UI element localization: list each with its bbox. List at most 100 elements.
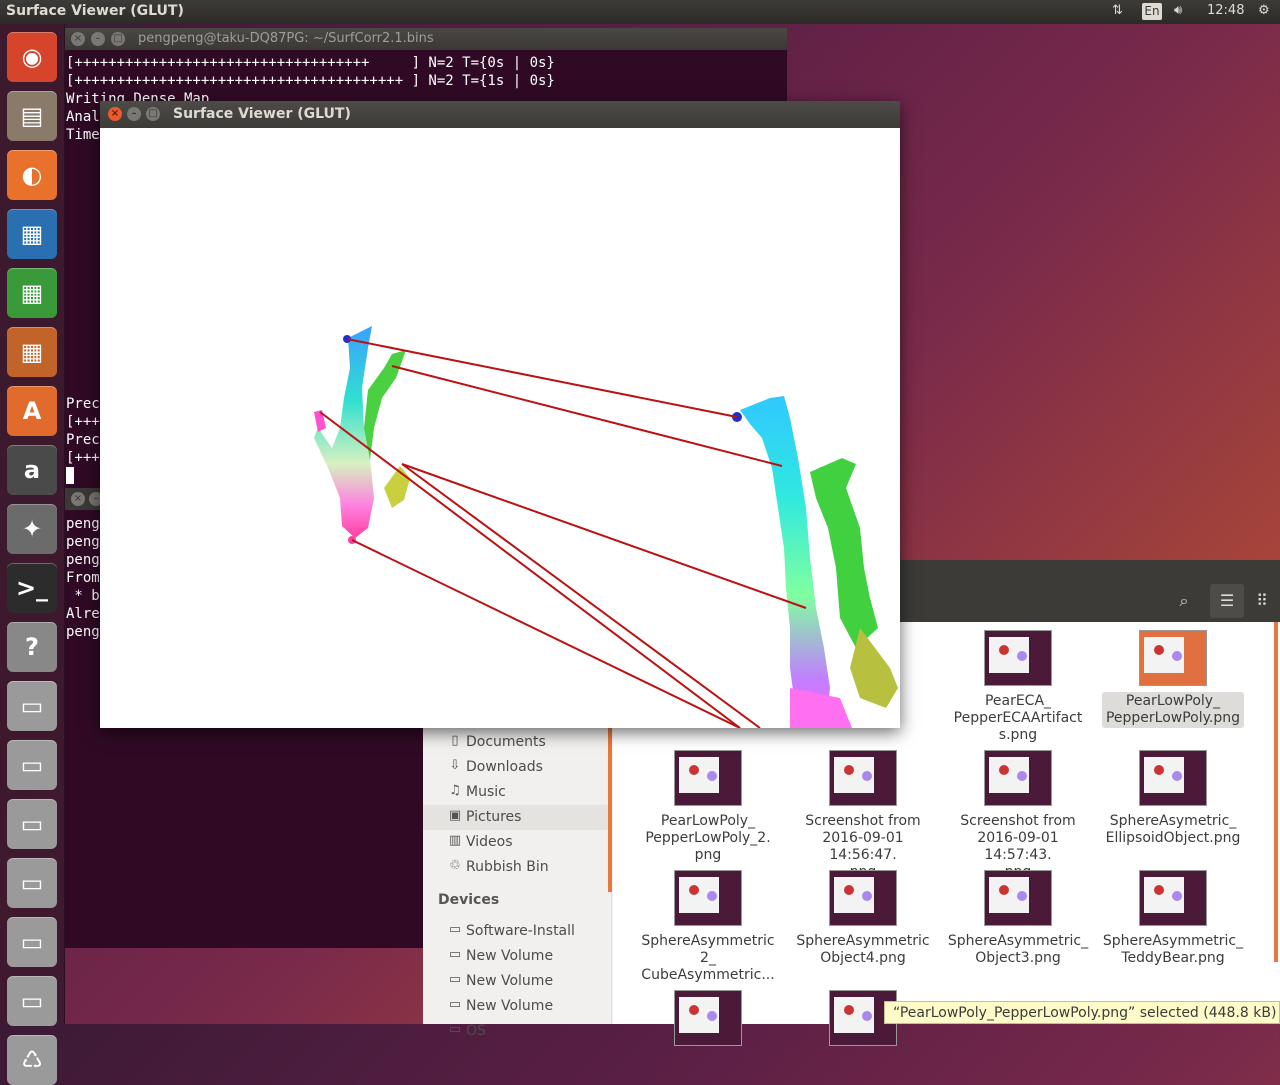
close-icon[interactable]: × <box>71 32 85 46</box>
drive-icon[interactable]: ▭ <box>7 917 57 967</box>
file-item[interactable]: Screenshot from 2016-09-01 14:57:43. png <box>943 750 1093 882</box>
drive-icon[interactable]: ▭ <box>7 799 57 849</box>
amazon-icon[interactable]: a <box>7 445 57 495</box>
network-icon[interactable]: ⇅ <box>1112 3 1123 18</box>
file-name: PearLowPoly_ PepperLowPoly_2. png <box>645 813 771 863</box>
terminal-icon[interactable]: >_ <box>7 563 57 613</box>
drive-icon-glyph: ▭ <box>20 928 44 956</box>
list-view-icon[interactable]: ☰ <box>1210 584 1244 618</box>
software-center-icon[interactable]: A <box>7 386 57 436</box>
image-thumbnail <box>1139 750 1207 806</box>
sidebar-item-pictures[interactable]: ▣ Pictures <box>423 805 611 830</box>
top-panel: Surface Viewer (GLUT) ⇅ En 🔊︎ 12:48 ⚙ <box>0 0 1280 24</box>
file-item[interactable]: PearLowPoly_ PepperLowPoly_2. png <box>633 750 783 865</box>
system-settings-icon[interactable]: ✦ <box>7 504 57 554</box>
sidebar-item-videos[interactable]: ▥ Videos <box>423 830 611 855</box>
settings-gear-icon[interactable]: ⚙ <box>1258 3 1270 18</box>
maximize-icon[interactable]: □ <box>111 32 125 46</box>
close-icon[interactable]: × <box>108 107 122 121</box>
drive-icon[interactable]: ▭ <box>7 976 57 1026</box>
file-item[interactable]: PearECA_ PepperECAArtifact s.png <box>943 630 1093 745</box>
libreoffice-writer-icon[interactable]: ▦ <box>7 209 57 259</box>
terminal-line: Alre <box>66 606 100 622</box>
file-name: SphereAsymmetric_ TeddyBear.png <box>1102 933 1244 966</box>
viewer-titlebar[interactable]: × – □ Surface Viewer (GLUT) <box>100 101 900 128</box>
grid-view-icon[interactable]: ⠿ <box>1245 584 1279 618</box>
music-icon: ♫ <box>449 783 461 798</box>
libreoffice-calc-icon[interactable]: ▦ <box>7 268 57 318</box>
device-item[interactable]: ▭ New Volume <box>423 969 611 994</box>
terminal-line: Time <box>66 127 100 143</box>
keyboard-layout-indicator[interactable]: En <box>1142 3 1162 20</box>
sidebar-item-rubbish-bin[interactable]: ♲ Rubbish Bin <box>423 855 611 880</box>
image-thumbnail <box>674 870 742 926</box>
file-item[interactable]: Screenshot from 2016-09-01 14:56:47. png <box>788 750 938 882</box>
file-item[interactable]: SphereAsymmetric_ TeddyBear.png <box>1098 870 1248 968</box>
videos-icon: ▥ <box>448 833 462 848</box>
right-mesh-figure <box>732 396 898 728</box>
trash-icon[interactable]: ♺ <box>7 1035 57 1085</box>
document-icon: ▯ <box>451 733 459 748</box>
device-item-label: New Volume <box>466 948 554 964</box>
surface-viewer-window[interactable]: × – □ Surface Viewer (GLUT) <box>100 101 900 728</box>
libreoffice-writer-icon-glyph: ▦ <box>20 220 44 248</box>
surface-canvas[interactable] <box>100 128 900 728</box>
minimize-icon[interactable]: – <box>127 107 141 121</box>
sidebar-item-music[interactable]: ♫ Music <box>423 780 611 805</box>
file-item[interactable]: SphereAsymmetric 2_ CubeAsymmetric... <box>633 870 783 985</box>
launcher: ◉ ▤ ◐ ▦ ▦ ▦ Aa ✦ >_? ▭ ▭ ▭ ▭ ▭ ▭ ♺ <box>0 24 65 1085</box>
second-terminal-titlebar[interactable]: × – <box>65 488 105 510</box>
volume-icon[interactable]: 🔊︎ <box>1174 3 1182 18</box>
system-settings-icon-glyph: ✦ <box>21 515 43 543</box>
trash-icon-glyph: ♺ <box>21 1046 43 1074</box>
file-name: PearLowPoly_ PepperLowPoly.png <box>1101 692 1245 728</box>
file-name: SphereAsymmetric 2_ CubeAsymmetric... <box>641 933 775 983</box>
file-name: PearECA_ PepperECAArtifact s.png <box>953 693 1083 743</box>
minimize-icon[interactable]: – <box>91 32 105 46</box>
maximize-icon[interactable]: □ <box>146 107 160 121</box>
libreoffice-impress-icon[interactable]: ▦ <box>7 327 57 377</box>
device-item[interactable]: ▭ OS <box>423 1019 611 1044</box>
terminal-line: [+++++++++++++++++++++++++++++++++++ ] N… <box>66 55 555 71</box>
dash-home-icon[interactable]: ◉ <box>7 32 57 82</box>
left-mesh-figure <box>314 326 410 544</box>
terminal-cursor <box>66 467 74 484</box>
viewer-title: Surface Viewer (GLUT) <box>173 106 351 122</box>
file-item[interactable]: SphereAsymetric_ EllipsoidObject.png <box>1098 750 1248 848</box>
clock[interactable]: 12:48 <box>1207 3 1244 18</box>
terminal-titlebar[interactable]: × – □ pengpeng@taku-DQ87PG: ~/SurfCorr2.… <box>65 28 787 50</box>
drive-icon[interactable]: ▭ <box>7 681 57 731</box>
search-icon[interactable]: ⌕ <box>1167 584 1201 618</box>
sidebar-item-label: Music <box>466 784 506 800</box>
image-thumbnail <box>1139 870 1207 926</box>
drive-icon-glyph: ▭ <box>20 810 44 838</box>
file-manager-icon[interactable]: ▤ <box>7 91 57 141</box>
terminal-line: * b <box>66 588 100 604</box>
active-window-title: Surface Viewer (GLUT) <box>6 3 184 19</box>
device-item[interactable]: ▭ New Volume <box>423 994 611 1019</box>
drive-icon[interactable]: ▭ <box>7 858 57 908</box>
drive-icon: ▭ <box>448 922 462 937</box>
pictures-icon: ▣ <box>448 808 462 823</box>
close-icon[interactable]: × <box>71 492 85 506</box>
terminal-line: Anal <box>66 109 100 125</box>
devices-heading: Devices <box>438 892 500 908</box>
device-item[interactable]: ▭ Software-Install <box>423 919 611 944</box>
sidebar-item-label: Documents <box>466 734 546 750</box>
file-item[interactable]: SphereAsymmetric_ Object3.png <box>943 870 1093 968</box>
image-thumbnail <box>984 870 1052 926</box>
file-item[interactable] <box>633 990 783 1046</box>
device-item[interactable]: ▭ New Volume <box>423 944 611 969</box>
grid-scrollbar[interactable] <box>1274 622 1278 962</box>
file-item[interactable]: SphereAsymmetric Object4.png <box>788 870 938 968</box>
image-thumbnail <box>829 750 897 806</box>
firefox-icon[interactable]: ◐ <box>7 150 57 200</box>
sidebar-item-documents[interactable]: ▯ Documents <box>423 730 611 755</box>
file-item[interactable]: PearLowPoly_ PepperLowPoly.png <box>1098 630 1248 728</box>
help-icon[interactable]: ? <box>7 622 57 672</box>
drive-icon[interactable]: ▭ <box>7 740 57 790</box>
device-item-label: New Volume <box>466 973 554 989</box>
rubbish-bin-icon: ♲ <box>449 858 461 873</box>
amazon-icon-glyph: a <box>23 456 41 484</box>
sidebar-item-downloads[interactable]: ⇩ Downloads <box>423 755 611 780</box>
